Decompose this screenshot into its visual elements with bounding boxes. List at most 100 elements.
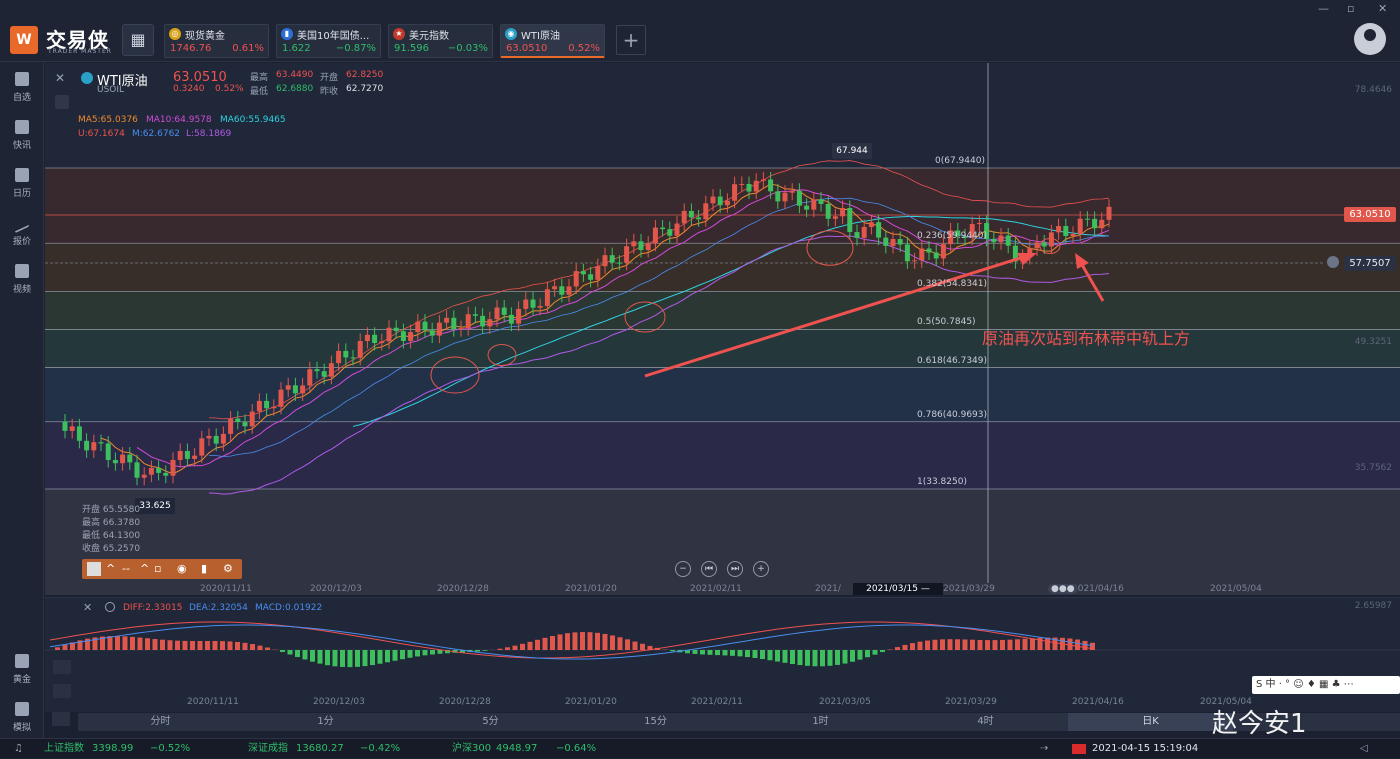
- candle-body: [826, 204, 831, 219]
- macd-bar: [573, 632, 578, 650]
- candle-body: [358, 341, 363, 358]
- maximize-button[interactable]: ▫: [1347, 2, 1354, 15]
- unlock-icon[interactable]: ▫: [154, 562, 161, 575]
- period-1h[interactable]: 1时: [738, 713, 903, 731]
- candle-body: [423, 322, 428, 331]
- macd-x-axis-label: 2020/12/03: [313, 697, 365, 707]
- settings-icon[interactable]: [105, 602, 115, 612]
- candle-body: [1085, 219, 1090, 220]
- grid-icon[interactable]: ▦: [122, 24, 154, 56]
- skip-forward-button[interactable]: ⏭: [727, 561, 743, 577]
- news-icon: [15, 120, 29, 134]
- candle-body: [379, 341, 384, 343]
- period-5m[interactable]: 5分: [408, 713, 573, 731]
- macd-bar: [970, 640, 975, 650]
- sidebar-item-watchlist[interactable]: 自选: [0, 72, 44, 103]
- sidebar-item-quotes[interactable]: 报价: [0, 216, 44, 247]
- macd-bar: [790, 650, 795, 664]
- tab-wti[interactable]: ◉ WTI原油 63.0510 0.52%: [500, 24, 605, 58]
- color-swatch[interactable]: [87, 562, 101, 576]
- macd-bar: [498, 649, 503, 650]
- ime-toolbar[interactable]: S 中 · ° ☺ ♦ ▦ ♣ ⋯: [1252, 676, 1400, 694]
- period-15m[interactable]: 15分: [573, 713, 738, 731]
- macd-bar: [123, 636, 128, 650]
- bell-icon[interactable]: [1327, 256, 1339, 268]
- candle-body: [689, 211, 694, 217]
- macd-bar: [475, 650, 480, 651]
- tab-gold[interactable]: ◎ 现货黄金 1746.76 0.61%: [164, 24, 269, 58]
- macd-bar: [318, 650, 323, 664]
- macd-bar: [610, 635, 615, 650]
- gear-icon[interactable]: ⚙: [223, 562, 233, 575]
- macd-bar: [340, 650, 345, 667]
- axis-label: 49.3251: [1355, 337, 1392, 347]
- candle-body: [120, 455, 125, 464]
- candle-body: [315, 369, 320, 371]
- zoom-in-button[interactable]: +: [753, 561, 769, 577]
- sidebar-item-calendar[interactable]: 日历: [0, 168, 44, 199]
- index-name[interactable]: 上证指数: [44, 739, 84, 759]
- ma60-value: MA60:55.9465: [220, 115, 286, 125]
- indicator-icon[interactable]: [53, 660, 71, 674]
- macd-bar: [250, 644, 255, 650]
- tab-dxy[interactable]: ★ 美元指数 91.596 −0.03%: [388, 24, 493, 58]
- line-style-icon[interactable]: --: [122, 562, 130, 575]
- close-window-button[interactable]: ✕: [1378, 2, 1387, 15]
- macd-bar: [1075, 639, 1080, 650]
- candle-body: [199, 438, 204, 455]
- pen-icon[interactable]: [53, 684, 71, 698]
- x-axis-label: 2020/12/03: [310, 584, 362, 594]
- close-icon[interactable]: ✕: [83, 601, 92, 614]
- eye-icon[interactable]: ◉: [177, 562, 187, 575]
- period-1m[interactable]: 1分: [243, 713, 408, 731]
- chart-tool-icon[interactable]: [52, 712, 70, 726]
- period-4h[interactable]: 4时: [903, 713, 1068, 731]
- sidebar-item-video[interactable]: 视频: [0, 264, 44, 295]
- chevron-up-icon[interactable]: ^: [140, 562, 149, 575]
- macd-bar: [918, 642, 923, 650]
- drawing-toolbar: ^ -- ^ ▫ ◉ ▮ ⚙: [82, 559, 242, 579]
- trash-icon[interactable]: ▮: [201, 562, 207, 575]
- ohlc-hover-box: 开盘 65.5580 最高 66.3780 最低 64.1300 收盘 65.2…: [82, 504, 140, 556]
- headset-icon[interactable]: ♫: [14, 739, 23, 759]
- macd-bar: [618, 637, 623, 650]
- minimize-button[interactable]: —: [1318, 2, 1329, 15]
- sidebar-item-gold[interactable]: 黄金: [0, 654, 44, 685]
- avatar[interactable]: [1354, 23, 1386, 55]
- high-value: 63.4490: [276, 70, 313, 80]
- open-label: 开盘: [320, 70, 338, 83]
- chevron-up-icon[interactable]: ^: [106, 562, 115, 575]
- candlestick-chart[interactable]: ✕ WTI原油 USOIL 63.0510 0.3240 0.52% 最高 63…: [45, 63, 1400, 595]
- tab-us10y[interactable]: ▮ 美国10年国债... 1.622 −0.87%: [276, 24, 381, 58]
- sidebar-item-demo[interactable]: 模拟: [0, 702, 44, 733]
- expand-icon[interactable]: [55, 95, 69, 109]
- macd-bar: [835, 650, 840, 665]
- close-icon[interactable]: ✕: [55, 71, 69, 85]
- more-icon[interactable]: ●●●: [1048, 584, 1078, 594]
- macd-bar: [258, 646, 263, 650]
- candle-body: [999, 235, 1004, 242]
- macd-bar: [265, 647, 270, 650]
- macd-bar: [588, 632, 593, 650]
- plus-icon[interactable]: +: [616, 25, 646, 55]
- alert-price-tag[interactable]: 57.7507: [1344, 256, 1396, 271]
- macd-bar: [985, 640, 990, 650]
- mute-icon[interactable]: ◁: [1360, 739, 1368, 759]
- candle-body: [891, 239, 896, 246]
- candle-body: [941, 244, 946, 258]
- macd-bar: [325, 650, 330, 665]
- index-name[interactable]: 沪深300: [452, 739, 491, 759]
- sidebar-item-news[interactable]: 快讯: [0, 120, 44, 151]
- period-daily[interactable]: 日K: [1068, 713, 1233, 731]
- index-name[interactable]: 深证成指: [248, 739, 288, 759]
- macd-bar: [940, 639, 945, 650]
- candle-body: [264, 401, 269, 408]
- zoom-out-button[interactable]: −: [675, 561, 691, 577]
- skip-back-button[interactable]: ⏮: [701, 561, 717, 577]
- macd-panel[interactable]: ✕ DIFF:2.33015 DEA:2.32054 MACD:0.01922 …: [45, 597, 1400, 712]
- period-tick[interactable]: 分时: [78, 713, 243, 731]
- chart-canvas[interactable]: [45, 63, 1400, 595]
- signal-icon[interactable]: ⇢: [1040, 739, 1048, 759]
- candle-body: [63, 421, 68, 430]
- macd-bar: [753, 650, 758, 658]
